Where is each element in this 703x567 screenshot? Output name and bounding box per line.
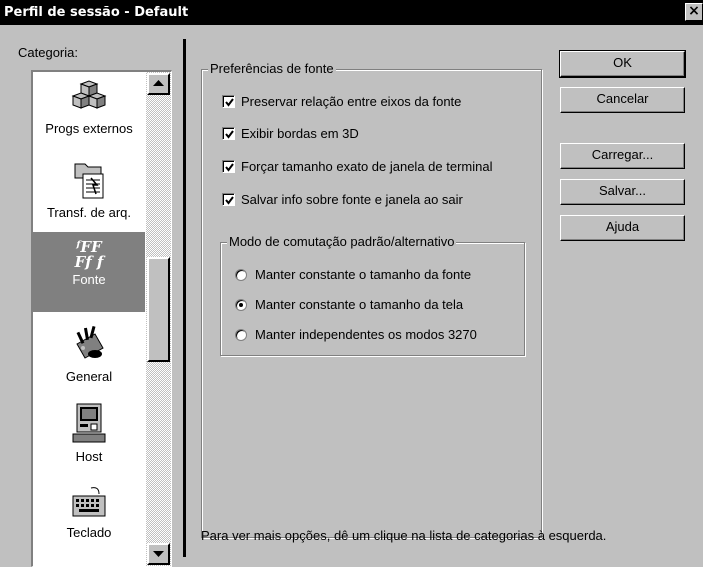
category-scrollbar[interactable]	[146, 72, 171, 566]
checkbox-label: Salvar info sobre fonte e janela ao sair	[241, 192, 463, 207]
checkbox-3d-borders[interactable]: Exibir bordas em 3D	[222, 126, 359, 141]
arrow-down-icon	[153, 551, 164, 557]
checkbox-label: Exibir bordas em 3D	[241, 126, 359, 141]
group-title: Preferências de fonte	[208, 61, 336, 76]
category-label: Categoria:	[18, 45, 78, 60]
category-item-label: Teclado	[66, 525, 112, 540]
category-item-label: General	[65, 369, 113, 384]
radio-circle[interactable]	[235, 268, 247, 281]
radio-dot	[239, 302, 243, 307]
category-item-label: Progs externos	[45, 121, 133, 136]
title-bar: Perfil de sessão - Default ×	[0, 0, 703, 25]
category-item-general[interactable]: General	[33, 324, 145, 384]
ok-button[interactable]: OK	[559, 50, 686, 78]
check-icon	[225, 196, 234, 205]
dialog-body: Categoria: Progs externos Transf. de arq…	[0, 25, 703, 567]
scroll-thumb[interactable]	[147, 257, 170, 362]
font-icon: ᶠFF Ff f	[33, 240, 145, 270]
font-preferences-group: Preferências de fonte Preservar relação …	[201, 61, 542, 538]
load-button[interactable]: Carregar...	[560, 143, 685, 169]
radio-keep-screen-size[interactable]: Manter constante o tamanho da tela	[235, 297, 463, 312]
save-button[interactable]: Salvar...	[560, 179, 685, 205]
check-icon	[225, 163, 234, 172]
radio-label: Manter constante o tamanho da fonte	[255, 267, 472, 282]
switch-mode-group: Modo de comutação padrão/alternativo Man…	[220, 234, 525, 356]
category-item-progs-externos[interactable]: Progs externos	[33, 80, 145, 136]
checkbox-label: Forçar tamanho exato de janela de termin…	[241, 159, 493, 174]
close-icon: ×	[688, 3, 700, 19]
checkbox-save-info[interactable]: Salvar info sobre fonte e janela ao sair	[222, 192, 463, 207]
group-title: Modo de comutação padrão/alternativo	[227, 234, 457, 249]
cancel-button[interactable]: Cancelar	[560, 87, 685, 113]
checkbox-box[interactable]	[222, 95, 235, 108]
category-item-label: Fonte	[72, 272, 106, 287]
external-programs-icon	[71, 80, 107, 109]
radio-circle[interactable]	[235, 328, 247, 341]
radio-label: Manter constante o tamanho da tela	[255, 297, 464, 312]
arrow-up-icon	[153, 80, 164, 86]
panel-divider	[183, 39, 186, 557]
category-list[interactable]: Progs externos Transf. de arq. ᶠFF Ff f …	[31, 70, 172, 567]
checkbox-box[interactable]	[222, 127, 235, 140]
radio-label: Manter independentes os modos 3270	[255, 327, 477, 342]
help-button[interactable]: Ajuda	[560, 215, 685, 241]
checkbox-preserve-ratio[interactable]: Preservar relação entre eixos da fonte	[222, 94, 461, 109]
checkbox-box[interactable]	[222, 193, 235, 206]
category-item-host[interactable]: Host	[33, 402, 145, 464]
check-icon	[225, 98, 234, 107]
font-icon-glyph-bottom: Ff f	[74, 253, 104, 271]
checkbox-label: Preservar relação entre eixos da fonte	[241, 94, 462, 109]
scroll-up-button[interactable]	[147, 73, 170, 95]
radio-circle[interactable]	[235, 298, 247, 311]
radio-keep-font-size[interactable]: Manter constante o tamanho da fonte	[235, 267, 471, 282]
radio-independent-modes[interactable]: Manter independentes os modos 3270	[235, 327, 477, 342]
close-button[interactable]: ×	[685, 3, 703, 21]
hint-text: Para ver mais opções, dê um clique na li…	[201, 528, 607, 543]
host-computer-icon	[72, 403, 106, 443]
check-icon	[225, 130, 234, 139]
file-transfer-icon	[74, 163, 104, 199]
general-tools-icon	[76, 325, 104, 359]
checkbox-box[interactable]	[222, 160, 235, 173]
window-title: Perfil de sessão - Default	[4, 5, 189, 20]
category-item-label: Transf. de arq.	[46, 205, 132, 220]
category-item-transf-arq[interactable]: Transf. de arq.	[33, 158, 145, 220]
checkbox-force-size[interactable]: Forçar tamanho exato de janela de termin…	[222, 159, 492, 174]
keyboard-icon	[72, 487, 106, 517]
category-item-label: Host	[75, 449, 103, 464]
category-item-fonte[interactable]: ᶠFF Ff f Fonte	[33, 232, 145, 312]
category-item-teclado[interactable]: Teclado	[33, 486, 145, 540]
scroll-down-button[interactable]	[147, 543, 170, 565]
